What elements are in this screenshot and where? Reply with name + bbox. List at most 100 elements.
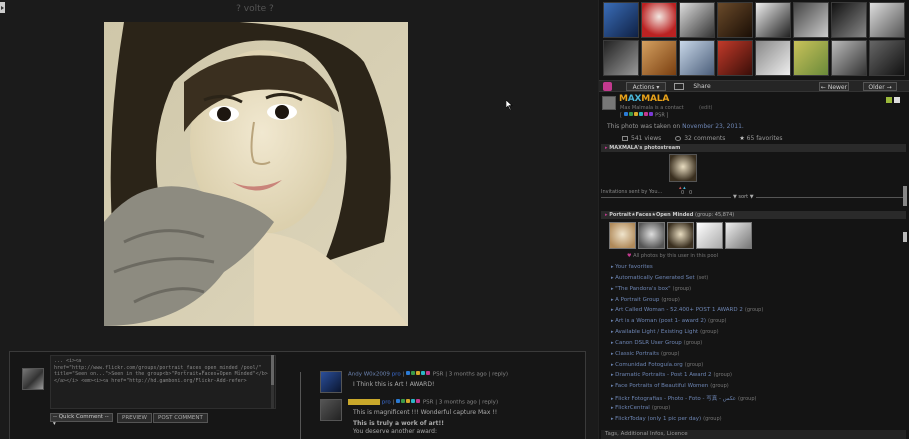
psr-badge: PSR <box>422 399 434 406</box>
groups-list: Your favorites Automatically Generated S… <box>611 264 763 427</box>
post-comment-button[interactable]: POST COMMENT <box>153 413 208 423</box>
tag-icon[interactable] <box>886 97 892 103</box>
comments-count: 32 comments <box>684 135 726 142</box>
stream-thumb[interactable] <box>717 2 753 38</box>
stream-thumb[interactable] <box>679 2 715 38</box>
group-link[interactable]: Dramatic Portraits - Post 1 Award 2(grou… <box>611 372 763 383</box>
tags-info-bar[interactable]: Tags, Additional Infos, Licence <box>601 430 906 439</box>
group-link[interactable]: Comunidad Fotoguía.org(group) <box>611 362 763 373</box>
stream-thumb[interactable] <box>793 2 829 38</box>
group-type: (group) <box>660 350 680 357</box>
comment-scrollbar[interactable] <box>271 355 274 409</box>
stream-thumb[interactable] <box>717 40 753 76</box>
expand-icon: ▸ <box>605 145 608 151</box>
owner-edit-link[interactable]: (edit) <box>699 105 713 111</box>
older-button[interactable]: Older → <box>863 82 897 91</box>
stream-thumb[interactable] <box>603 2 639 38</box>
group-link[interactable]: Automatically Generated Set(set) <box>611 275 763 286</box>
author-banner-icon[interactable] <box>348 399 380 405</box>
sidebar-scrollbar[interactable] <box>903 186 907 206</box>
group-name: Your favorites <box>615 264 653 270</box>
group-type: (group) <box>684 361 704 368</box>
photostream-title: MAXMALA's photostream <box>609 145 681 151</box>
stream-thumb[interactable] <box>641 40 677 76</box>
group-name: FlickrToday (only 1 pic per day) <box>615 415 702 422</box>
group-type: (group) <box>744 307 764 314</box>
owner-avatar[interactable] <box>602 96 616 110</box>
group-photo-thumb[interactable] <box>667 222 694 249</box>
favorite-icon[interactable] <box>603 82 612 91</box>
stream-thumb[interactable] <box>755 40 791 76</box>
current-photo-thumb[interactable] <box>669 154 697 182</box>
group-link[interactable]: Classic Portraits(group) <box>611 351 763 362</box>
comment-body: This is magnificent !!! Wonderful captur… <box>353 409 553 436</box>
mail-icon[interactable] <box>674 83 684 90</box>
group-photo-thumb[interactable] <box>696 222 723 249</box>
group-photo-thumb[interactable] <box>725 222 752 249</box>
comment-avatar[interactable] <box>320 371 342 393</box>
favorites-count[interactable]: 65 favorites <box>747 135 783 142</box>
group-link[interactable]: Available Light / Existing Light(group) <box>611 329 763 340</box>
invitation-count: 0 <box>681 190 685 196</box>
owner-name-part: M <box>619 94 628 104</box>
stream-thumb[interactable] <box>831 2 867 38</box>
commenter-avatar <box>22 368 44 390</box>
comment-header: Andy W0x2009 pro | PSR | 3 months ago | … <box>348 371 509 378</box>
comment-author-link[interactable]: Andy W0x2009 <box>348 372 390 378</box>
group-photo-thumb[interactable] <box>638 222 665 249</box>
heart-icon: ♥ <box>627 253 632 259</box>
stream-thumb[interactable] <box>869 2 905 38</box>
group-type: (set) <box>696 274 709 281</box>
group-name: Automatically Generated Set <box>615 274 695 281</box>
quick-comment-select[interactable]: -- Quick Comment -- ▾ <box>50 413 113 427</box>
photostream-thumbnails <box>603 2 907 79</box>
group-link[interactable]: FlickrToday (only 1 pic per day)(group) <box>611 416 763 427</box>
group-header[interactable]: ▸ Portrait★Faces★Open Minded (group: 45,… <box>601 211 906 219</box>
group-name: Face Portraits of Beautiful Women <box>615 383 709 390</box>
group-name: Dramatic Portraits - Post 1 Award 2 <box>615 372 712 379</box>
side-toggle-tab[interactable] <box>0 2 5 13</box>
group-link[interactable]: Art Called Woman - 52.400+ POST 1 AWARD … <box>611 307 763 318</box>
group-link[interactable]: Canon DSLR User Group(group) <box>611 340 763 351</box>
photo-area: ? volte ? ... <i><a href="http://www.fli… <box>0 0 598 439</box>
stream-thumb[interactable] <box>641 2 677 38</box>
actions-button[interactable]: Actions ▾ <box>626 82 666 91</box>
owner-tools <box>886 97 902 105</box>
stream-thumb[interactable] <box>603 40 639 76</box>
group-link[interactable]: Face Portraits of Beautiful Women(group) <box>611 383 763 394</box>
group-link[interactable]: Flickr Fotografias - Photo - Foto - 写真 -… <box>611 394 763 405</box>
sort-toggle[interactable]: ▼ sort ▼ <box>731 194 756 200</box>
group-link[interactable]: A Portrait Group(group) <box>611 297 763 308</box>
comment-textarea[interactable]: ... <i><a href="http://www.flickr.com/gr… <box>50 355 276 409</box>
stream-thumb[interactable] <box>679 40 715 76</box>
group-photo-thumb[interactable] <box>609 222 636 249</box>
comment-avatar[interactable] <box>320 399 342 421</box>
share-button[interactable]: Share <box>689 82 715 91</box>
owner-badges: [ PSR ] <box>620 112 669 119</box>
group-name: FlickrCentral <box>615 404 650 411</box>
group-link[interactable]: "The Pandora's box"(group) <box>611 286 763 297</box>
group-name: Classic Portraits <box>615 350 659 357</box>
stream-thumb[interactable] <box>869 40 905 76</box>
award-badges-icon <box>406 371 431 377</box>
stream-thumb[interactable] <box>755 2 791 38</box>
group-type: (group) <box>713 372 732 379</box>
group-link[interactable]: Art is a Woman (post 1- award 2)(group) <box>611 318 763 329</box>
group-link[interactable]: FlickrCentral(group) <box>611 405 763 416</box>
photostream-header[interactable]: ▸ MAXMALA's photostream <box>601 144 906 152</box>
star-icon: ★ <box>739 135 745 142</box>
award-badges-icon <box>623 112 654 118</box>
group-name: Flickr Fotografias - Photo - Foto - 写真 -… <box>615 396 737 403</box>
main-photo[interactable] <box>104 22 408 326</box>
group-name: Canon DSLR User Group <box>615 339 682 346</box>
group-link[interactable]: Your favorites <box>611 264 763 275</box>
owner-name[interactable]: MAXMALA <box>619 94 669 104</box>
stream-thumb[interactable] <box>793 40 829 76</box>
preview-button[interactable]: PREVIEW <box>117 413 152 423</box>
stream-thumb[interactable] <box>831 40 867 76</box>
flag-icon[interactable] <box>894 97 900 103</box>
taken-date-link[interactable]: November 23, 2011. <box>682 123 744 130</box>
newer-button[interactable]: ← Newer <box>819 82 849 91</box>
group-type: (group) <box>703 415 722 422</box>
sidebar-scrollbar[interactable] <box>903 232 907 242</box>
